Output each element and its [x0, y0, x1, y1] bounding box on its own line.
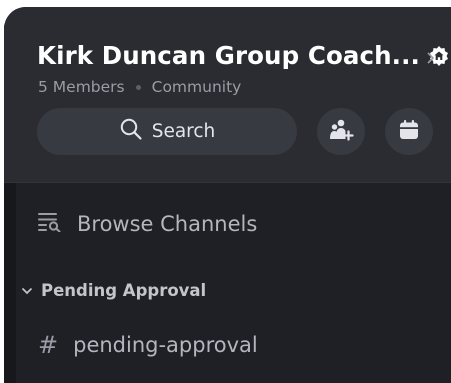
search-button[interactable]: Search: [37, 108, 297, 155]
server-title-row[interactable]: Kirk Duncan Group Coach...: [37, 41, 450, 70]
chevron-right-icon[interactable]: [426, 49, 436, 64]
chevron-down-icon: [21, 281, 33, 300]
category-label: Pending Approval: [41, 281, 207, 300]
browse-channels-label: Browse Channels: [77, 211, 258, 236]
invite-members-button[interactable]: [317, 108, 365, 155]
events-button[interactable]: [385, 108, 433, 155]
browse-channels-icon: [37, 210, 63, 237]
server-header: Kirk Duncan Group Coach... 5 Members Com…: [4, 7, 451, 182]
header-divider: [4, 182, 451, 183]
channel-name: pending-approval: [73, 333, 258, 357]
server-name[interactable]: Kirk Duncan Group Coach...: [37, 41, 420, 70]
search-icon: [119, 117, 143, 146]
search-label: Search: [151, 121, 216, 142]
browse-channels-item[interactable]: Browse Channels: [37, 210, 257, 237]
member-count: 5 Members: [38, 78, 125, 96]
separator-dot: [135, 84, 141, 90]
server-type: Community: [151, 78, 242, 96]
server-meta: 5 Members Community: [38, 78, 241, 96]
channel-pending-approval[interactable]: # pending-approval: [38, 331, 258, 359]
server-sidebar: Kirk Duncan Group Coach... 5 Members Com…: [4, 7, 451, 383]
add-member-icon: [328, 118, 354, 146]
category-pending-approval[interactable]: Pending Approval: [21, 281, 206, 300]
calendar-icon: [398, 119, 420, 145]
hash-icon: #: [38, 331, 59, 359]
